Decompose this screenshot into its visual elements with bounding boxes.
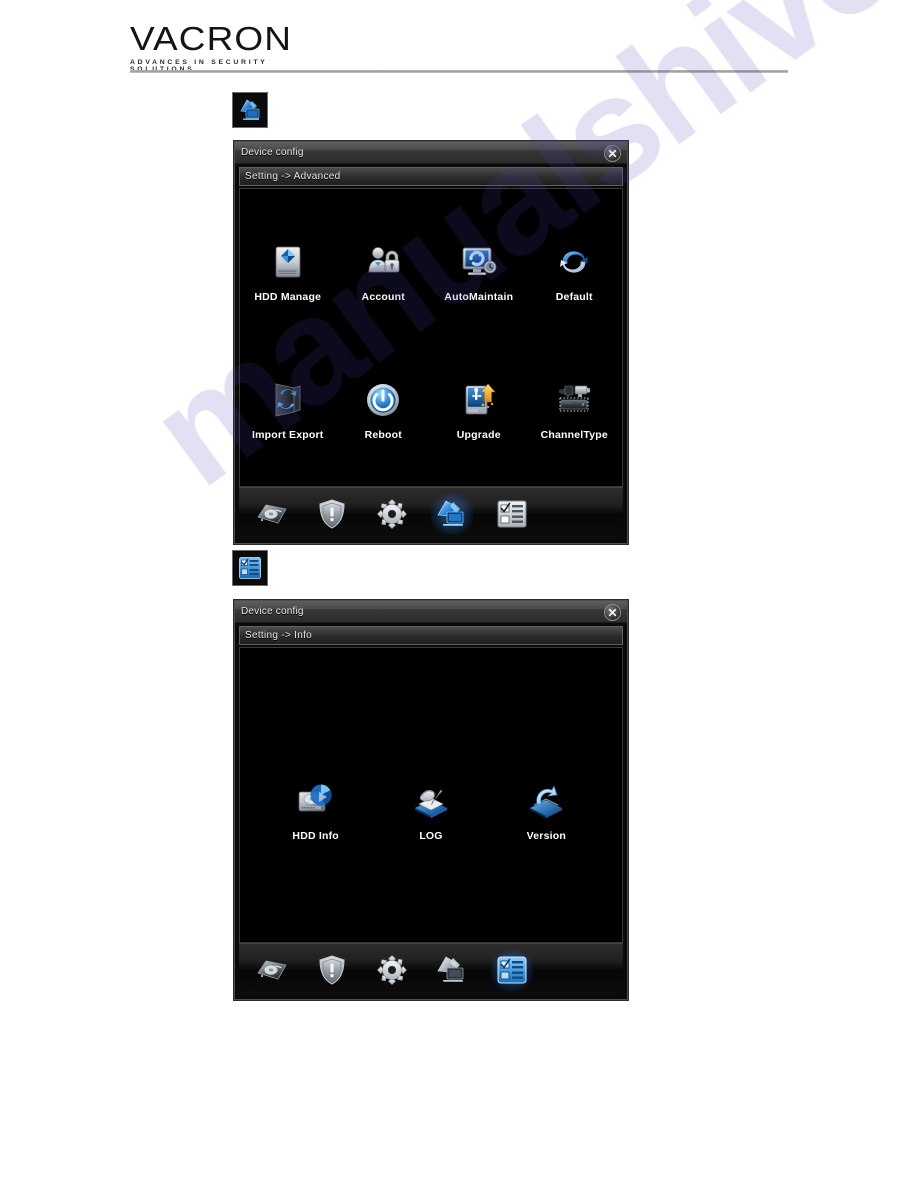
system-tab[interactable] <box>371 949 413 991</box>
dialog-titlebar: Device config <box>235 142 627 164</box>
record-tab[interactable] <box>251 493 293 535</box>
dialog-toolbar-advanced <box>239 487 623 539</box>
close-icon[interactable] <box>604 145 621 162</box>
menu-item-default[interactable]: Default <box>527 237 623 303</box>
dialog-title: Device config <box>241 147 304 158</box>
breadcrumb-text: Setting -> Info <box>245 630 313 641</box>
menu-label: Reboot <box>364 429 402 441</box>
advanced-icon <box>240 99 260 120</box>
advanced-icon-grid-row1: HDD Manage Account AutoMaintain Default <box>240 237 622 303</box>
alarm-tab[interactable] <box>311 493 353 535</box>
import-export-icon <box>263 375 313 425</box>
gear-icon <box>377 954 407 985</box>
close-x-glyph <box>608 149 617 158</box>
advanced-tab[interactable] <box>431 492 473 535</box>
device-config-dialog-advanced: Device config Setting -> Advanced HDD Ma… <box>234 141 628 544</box>
menu-item-import-export[interactable]: Import Export <box>240 375 336 441</box>
close-icon[interactable] <box>604 604 621 621</box>
vacron-logo: VACRON ADVANCES IN SECURITY SOLUTIONS <box>130 22 291 74</box>
hdd-manage-icon <box>263 237 313 287</box>
close-x-glyph <box>608 608 617 617</box>
dialog-titlebar: Device config <box>235 601 627 623</box>
default-icon <box>549 237 599 287</box>
menu-label: Version <box>526 830 566 842</box>
account-icon <box>358 237 408 287</box>
info-icon <box>497 500 527 527</box>
advanced-icon <box>437 956 464 982</box>
gear-icon <box>377 498 407 529</box>
menu-label: HDD Manage <box>254 291 322 303</box>
menu-item-upgrade[interactable]: Upgrade <box>431 375 527 441</box>
advanced-launcher-icon[interactable] <box>232 92 268 128</box>
brand-name: VACRON <box>130 20 293 57</box>
advanced-icon-grid-row2: Import Export Reboot Upgrade ChannelType <box>240 375 622 441</box>
menu-label: AutoMaintain <box>444 291 514 303</box>
dialog-content-advanced: HDD Manage Account AutoMaintain Default … <box>239 188 623 487</box>
header-divider <box>130 70 788 73</box>
alarm-tab[interactable] <box>311 949 353 991</box>
menu-label: Import Export <box>252 429 324 441</box>
hdd-icon <box>257 960 287 979</box>
shield-icon <box>319 498 345 529</box>
info-launcher-icon[interactable] <box>232 550 268 586</box>
breadcrumb-text: Setting -> Advanced <box>245 171 341 182</box>
info-tab[interactable] <box>491 493 533 535</box>
system-tab[interactable] <box>371 493 413 535</box>
hdd-icon <box>257 504 287 523</box>
breadcrumb: Setting -> Advanced <box>239 167 623 186</box>
dialog-toolbar-info <box>239 943 623 995</box>
page-header: VACRON ADVANCES IN SECURITY SOLUTIONS <box>130 22 788 74</box>
info-icon-grid: HDD Info LOG Version <box>258 776 604 842</box>
menu-item-account[interactable]: Account <box>336 237 432 303</box>
advanced-icon <box>437 500 464 526</box>
shield-icon <box>319 954 345 985</box>
info-icon <box>239 557 261 579</box>
menu-item-auto-maintain[interactable]: AutoMaintain <box>431 237 527 303</box>
reboot-icon <box>358 375 408 425</box>
auto-maintain-icon <box>454 237 504 287</box>
menu-label: HDD Info <box>292 830 339 842</box>
menu-label: Default <box>555 291 593 303</box>
breadcrumb: Setting -> Info <box>239 626 623 645</box>
device-config-dialog-info: Device config Setting -> Info HDD Info L… <box>234 600 628 1000</box>
menu-item-version[interactable]: Version <box>489 776 604 842</box>
dialog-content-info: HDD Info LOG Version <box>239 647 623 943</box>
menu-label: LOG <box>419 830 443 842</box>
record-tab[interactable] <box>251 949 293 991</box>
menu-item-reboot[interactable]: Reboot <box>336 375 432 441</box>
upgrade-icon <box>454 375 504 425</box>
version-icon <box>521 776 571 826</box>
menu-label: Upgrade <box>456 429 501 441</box>
log-icon <box>406 776 456 826</box>
hdd-info-icon <box>291 776 341 826</box>
advanced-tab[interactable] <box>431 949 473 991</box>
menu-item-hdd-info[interactable]: HDD Info <box>258 776 373 842</box>
info-icon <box>497 956 527 983</box>
channel-type-icon <box>549 375 599 425</box>
menu-label: ChannelType <box>540 429 608 441</box>
menu-label: Account <box>361 291 405 303</box>
menu-item-hdd-manage[interactable]: HDD Manage <box>240 237 336 303</box>
info-tab[interactable] <box>491 948 533 991</box>
dialog-title: Device config <box>241 606 304 617</box>
menu-item-channel-type[interactable]: ChannelType <box>527 375 623 441</box>
menu-item-log[interactable]: LOG <box>373 776 488 842</box>
